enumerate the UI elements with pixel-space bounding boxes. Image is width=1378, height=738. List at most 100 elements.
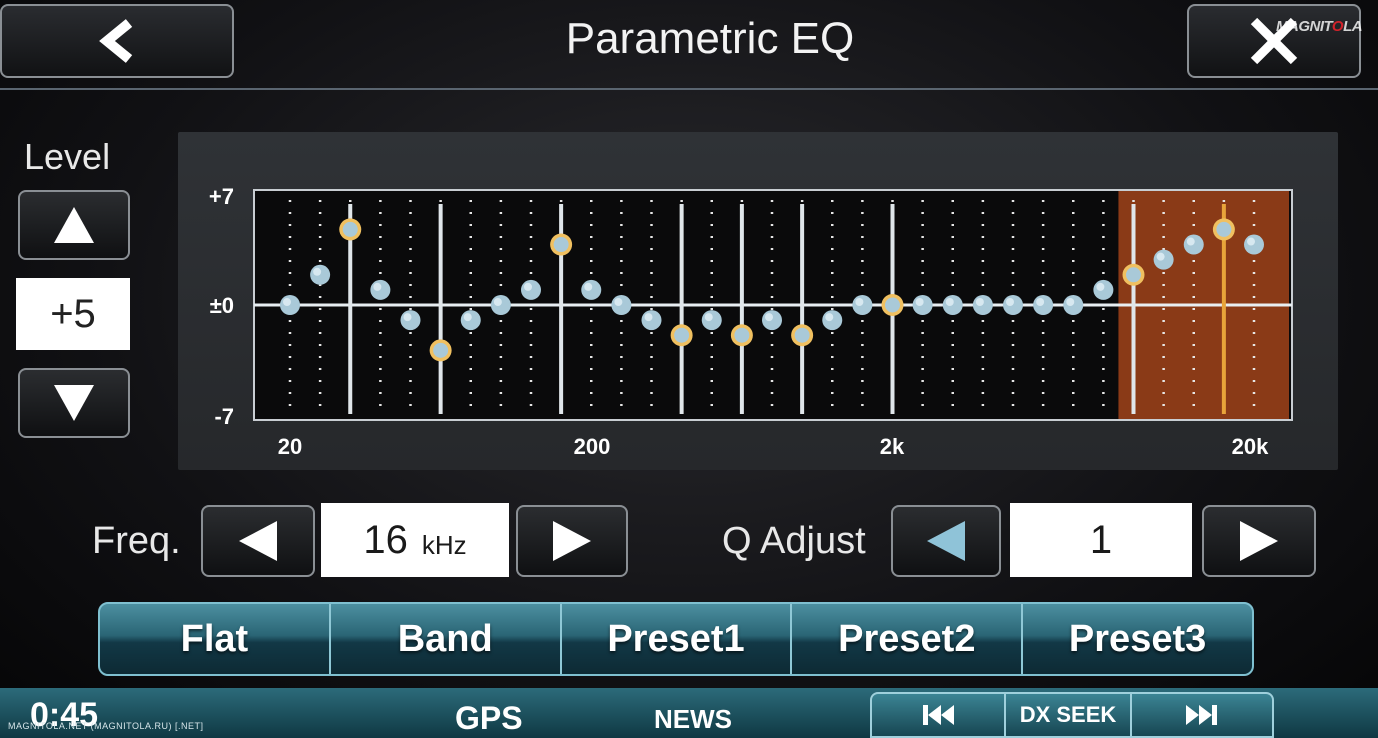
band-knob [280, 295, 300, 315]
band-knob-shine [1066, 298, 1075, 306]
status-watermark: MAGNITOLA.NET (MAGNITOLA.RU) [.NET] [8, 721, 204, 731]
band-knob-shine [283, 298, 291, 306]
band-knob-shine [493, 298, 502, 306]
band-knob [521, 279, 541, 300]
prev-button[interactable] [872, 694, 1006, 736]
x-tick-label: 2k [880, 434, 905, 459]
x-tick-label: 200 [574, 434, 611, 459]
band-knob [1153, 249, 1174, 270]
band-knob [1033, 295, 1054, 315]
band-knob-shine [373, 282, 382, 291]
triangle-right-icon [1240, 521, 1278, 561]
triangle-up-icon [54, 207, 94, 243]
band-knob-shine [313, 267, 322, 276]
band-knob [370, 279, 391, 300]
watermark-logo: MAGNITOLA [1276, 18, 1363, 35]
band-knob [641, 310, 662, 331]
band-knob-selected [885, 297, 900, 313]
band-knob-selected [1126, 267, 1141, 283]
news-button[interactable]: NEWS [654, 704, 732, 735]
dx-seek-button[interactable]: DX SEEK [1006, 694, 1132, 736]
band-knob-shine [1247, 237, 1255, 246]
band-knob-selected [734, 327, 750, 343]
band-knob-shine [1156, 252, 1165, 261]
band-knob-shine [945, 298, 954, 306]
band-knob-shine [524, 282, 532, 291]
band-knob [400, 310, 421, 331]
band-knob [1183, 234, 1204, 255]
eq-graph-panel: +7 ±0 -7 20 200 2k 20k [178, 132, 1338, 470]
band-knob-shine [1006, 298, 1014, 306]
band-knob-selected [674, 327, 690, 343]
level-up-button[interactable] [18, 190, 130, 260]
triangle-left-icon [927, 521, 965, 561]
x-tick-label: 20 [278, 434, 302, 459]
band-knob [852, 295, 873, 315]
freq-unit: kHz [421, 529, 467, 560]
band-knob [822, 310, 843, 331]
preset-bar: Flat Band Preset1 Preset2 Preset3 [98, 602, 1254, 676]
band-knob [460, 310, 481, 331]
q-adjust-label: Q Adjust [722, 520, 866, 562]
freq-down-button[interactable] [201, 505, 315, 577]
gps-button[interactable]: GPS [455, 700, 523, 737]
y-tick-label: ±0 [210, 293, 234, 318]
band-knob-shine [825, 313, 834, 322]
page-title: Parametric EQ [565, 14, 855, 63]
x-tick-label: 20k [1232, 434, 1269, 459]
freq-value: 16 [363, 517, 408, 562]
preset3-button[interactable]: Preset3 [1023, 604, 1252, 674]
band-knob-shine [975, 298, 984, 306]
band-knob-selected [553, 237, 569, 253]
band-knob [611, 295, 632, 315]
y-tick-label: +7 [209, 184, 234, 209]
band-knob-shine [644, 313, 653, 322]
header-divider [0, 88, 1378, 90]
preset-flat-button[interactable]: Flat [100, 604, 331, 674]
band-knob-shine [584, 282, 593, 291]
skip-previous-icon [923, 705, 954, 725]
close-button[interactable] [1187, 4, 1361, 78]
media-controls: DX SEEK [870, 692, 1274, 738]
preset-band-button[interactable]: Band [331, 604, 562, 674]
band-knob-selected [1216, 221, 1232, 237]
band-knob-shine [614, 298, 623, 306]
level-value: +5 [16, 278, 130, 350]
band-knob [972, 295, 993, 315]
triangle-right-icon [553, 521, 591, 561]
band-knob [1063, 295, 1084, 315]
band-knob-selected [794, 327, 810, 343]
band-knob-shine [704, 313, 713, 322]
freq-value-box: 16 kHz [321, 503, 509, 577]
freq-up-button[interactable] [516, 505, 628, 577]
band-knob-shine [855, 298, 864, 306]
band-knob [490, 295, 511, 315]
band-knob-shine [1096, 282, 1105, 291]
chevron-left-icon [99, 19, 133, 63]
preset2-button[interactable]: Preset2 [792, 604, 1024, 674]
skip-next-icon [1186, 705, 1217, 725]
triangle-down-icon [54, 385, 94, 421]
eq-graph[interactable]: +7 ±0 -7 20 200 2k 20k [178, 132, 1338, 470]
band-knob-shine [1036, 298, 1045, 306]
q-value: 1 [1010, 503, 1192, 577]
band-knob-selected [342, 221, 358, 237]
band-knob [1003, 295, 1023, 315]
band-knob [912, 295, 933, 315]
q-down-button[interactable] [891, 505, 1001, 577]
freq-label: Freq. [92, 520, 181, 562]
band-knob [1093, 279, 1114, 300]
next-button[interactable] [1132, 694, 1272, 736]
q-up-button[interactable] [1202, 505, 1316, 577]
band-knob-shine [403, 313, 412, 322]
preset1-button[interactable]: Preset1 [562, 604, 793, 674]
back-button[interactable] [0, 4, 234, 78]
band-knob [1244, 234, 1264, 255]
level-down-button[interactable] [18, 368, 130, 438]
band-knob-shine [1186, 237, 1195, 246]
band-knob [942, 295, 963, 315]
triangle-left-icon [239, 521, 277, 561]
band-knob [310, 264, 331, 285]
band-knob-shine [765, 313, 773, 322]
level-label: Level [24, 136, 111, 177]
